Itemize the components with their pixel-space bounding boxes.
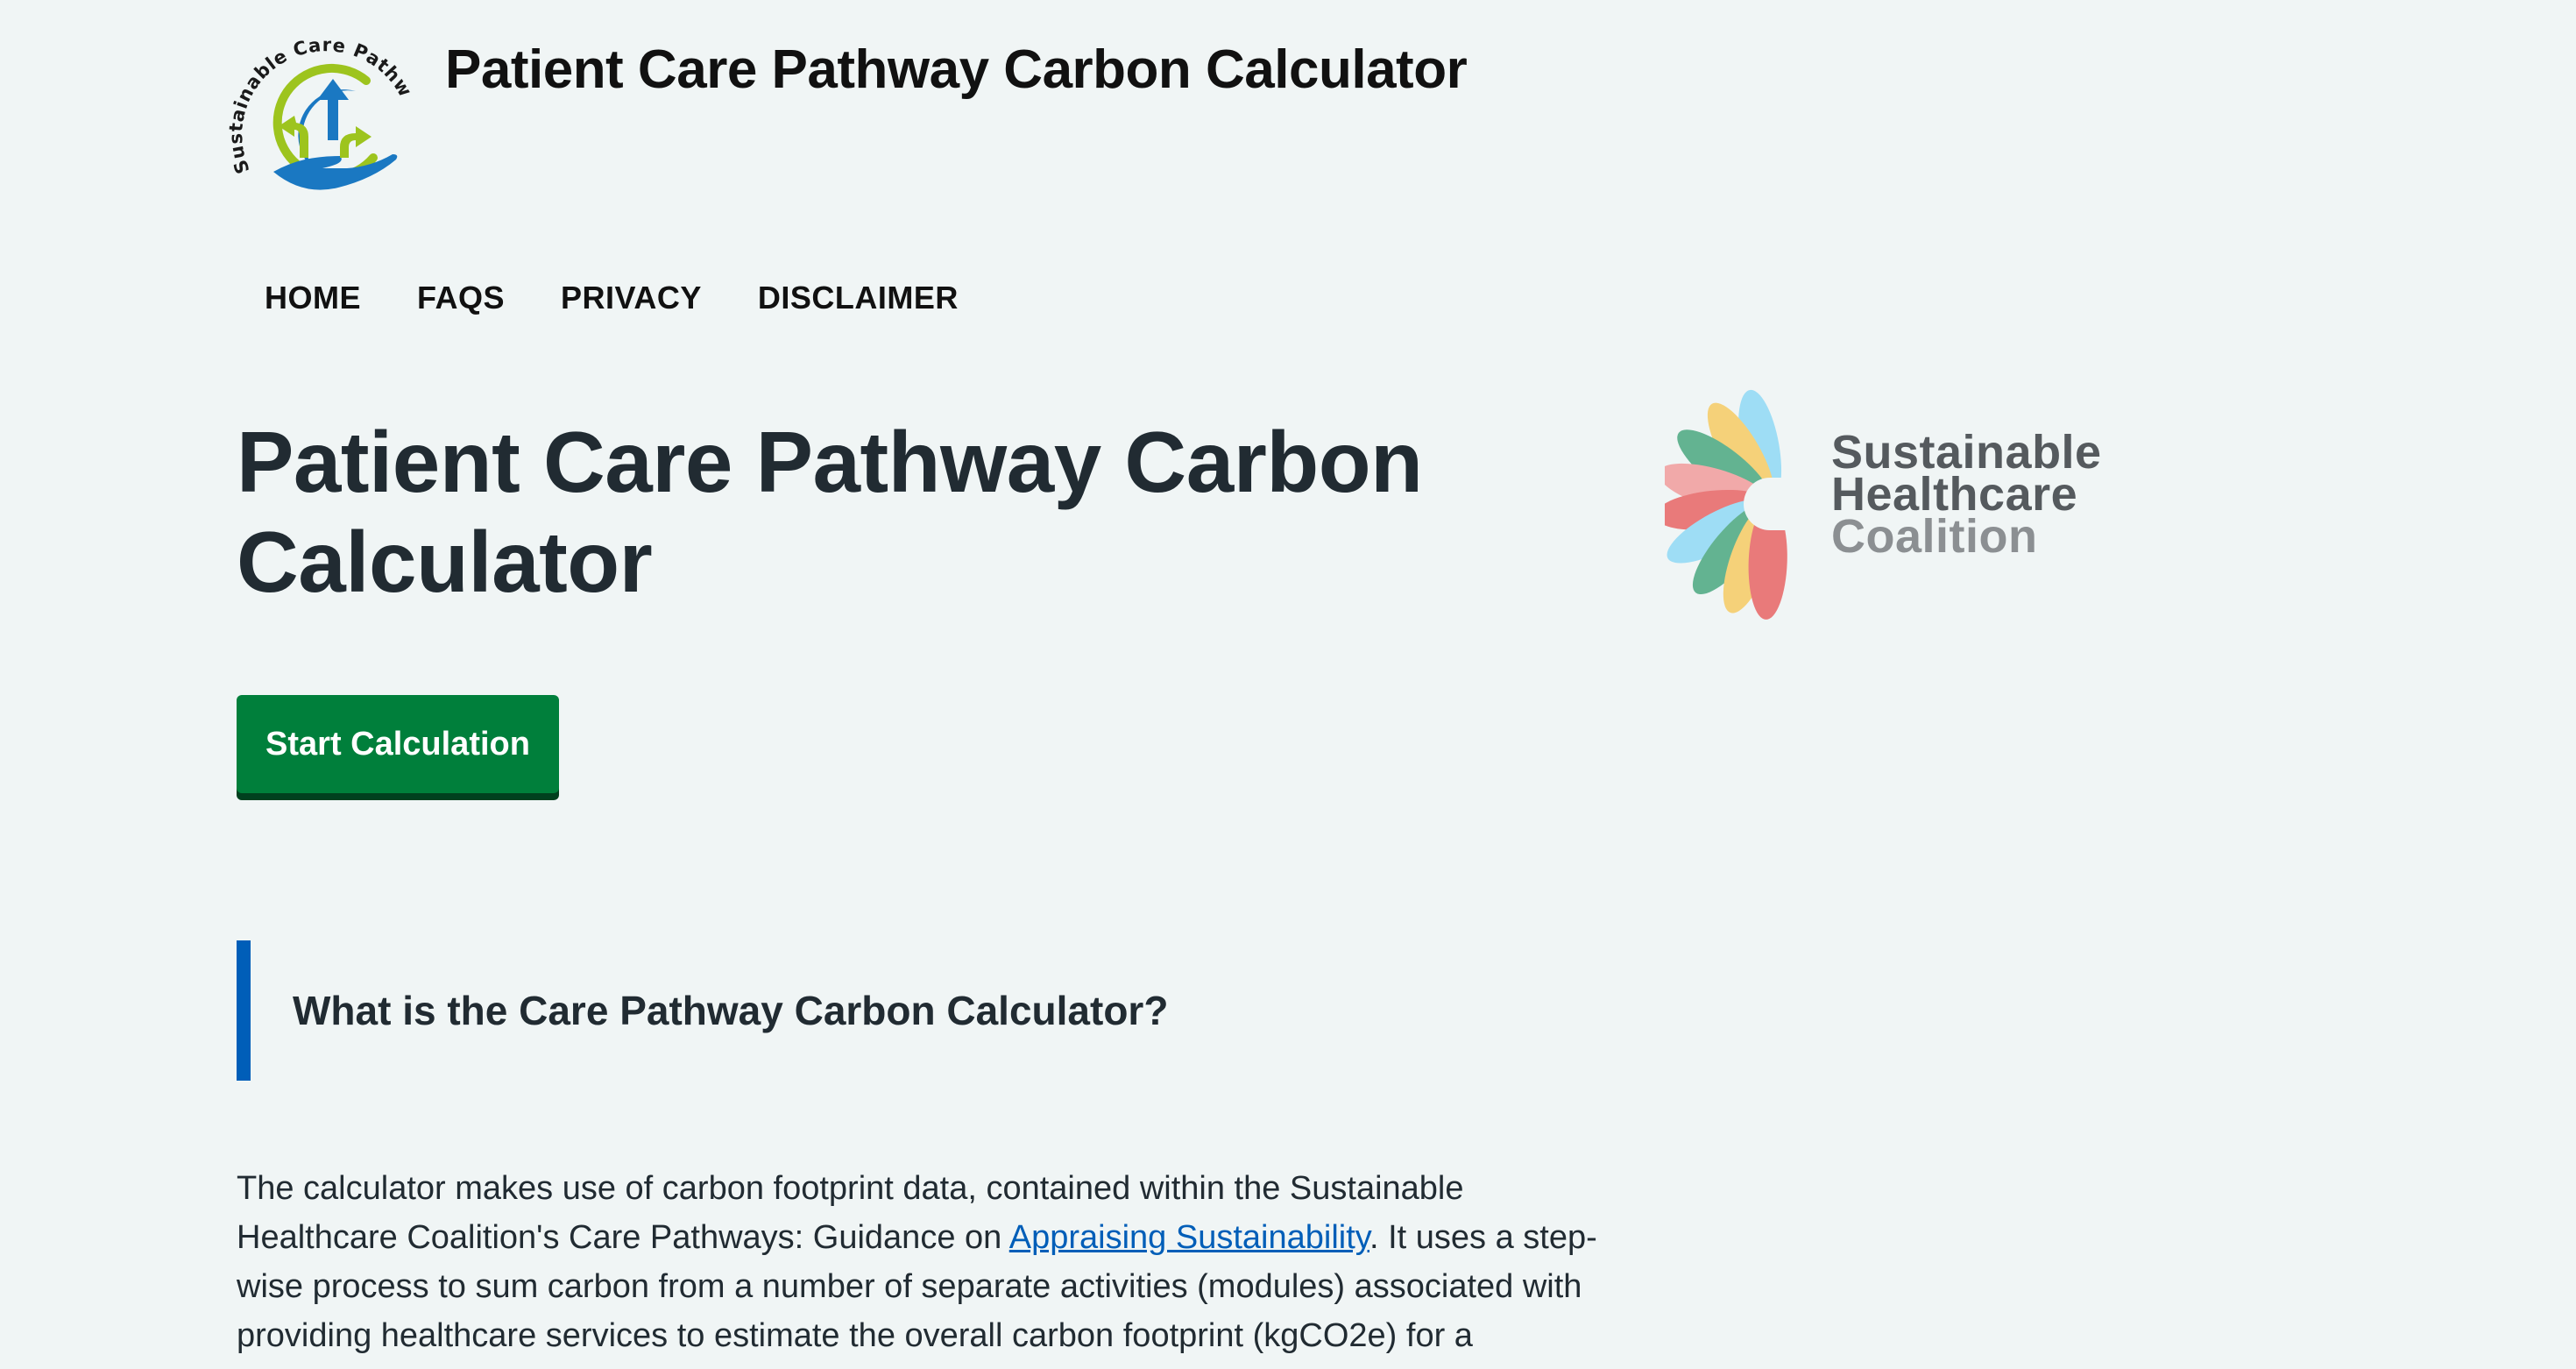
page-title: Patient Care Pathway Carbon Calculator (237, 414, 1423, 610)
nav-item-privacy[interactable]: PRIVACY (533, 268, 730, 328)
partner-line-2: Healthcare (1831, 468, 2078, 521)
partner-line-1: Sustainable (1831, 426, 2102, 479)
nav-item-home[interactable]: HOME (237, 268, 389, 328)
nav-item-disclaimer[interactable]: DISCLAIMER (730, 268, 987, 328)
partner-line-3: Coalition (1831, 510, 2038, 563)
sustainable-healthcare-coalition-logo: Sustainable Healthcare Coalition (1665, 386, 2120, 622)
start-calculation-button[interactable]: Start Calculation (237, 695, 559, 793)
main-nav: HOME FAQS PRIVACY DISCLAIMER (237, 268, 987, 328)
nav-item-faqs[interactable]: FAQS (389, 268, 533, 328)
coalition-petals-icon (1665, 389, 1805, 620)
appraising-sustainability-link[interactable]: Appraising Sustainability (1009, 1219, 1369, 1256)
site-title: Patient Care Pathway Carbon Calculator (445, 39, 1468, 100)
callout-bar (237, 940, 251, 1081)
callout-title: What is the Care Pathway Carbon Calculat… (293, 988, 1169, 1033)
intro-paragraph: The calculator makes use of carbon footp… (237, 1164, 1603, 1360)
sustainable-care-pathways-logo: Sustainable Care Pathways (224, 25, 414, 190)
